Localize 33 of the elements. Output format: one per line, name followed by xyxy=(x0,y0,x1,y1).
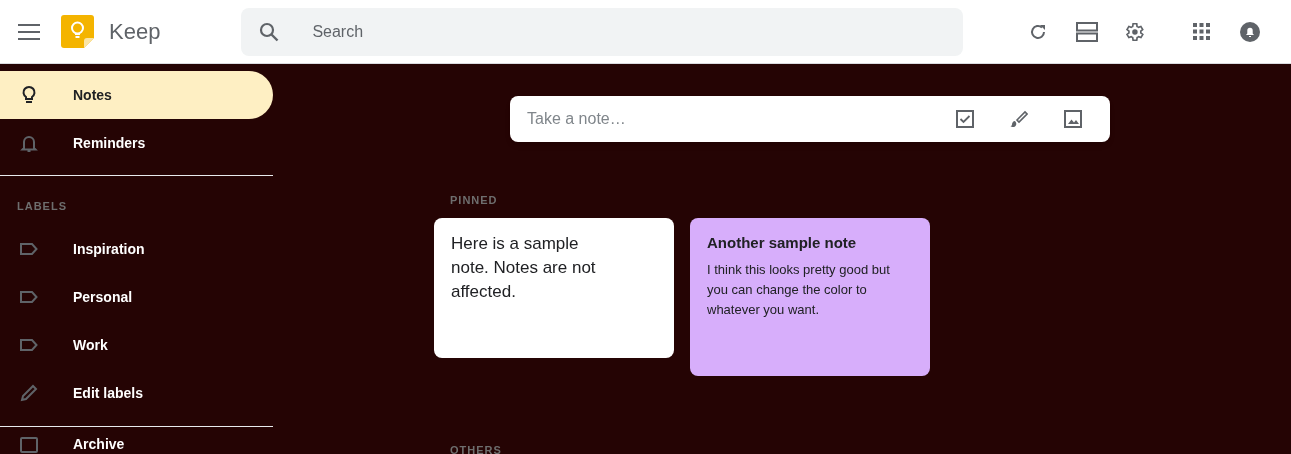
note-card[interactable]: Another sample note I think this looks pretty good but you can change the color to whatever you want. xyxy=(690,217,930,376)
section-heading: PINNED xyxy=(450,193,499,208)
account-avatar-icon[interactable] xyxy=(1240,21,1261,42)
archive-icon xyxy=(19,435,39,454)
sidebar-item[interactable]: Inspiration xyxy=(0,225,273,273)
section-heading: LABELS xyxy=(16,199,68,214)
brush-icon[interactable] xyxy=(1010,110,1028,128)
take-note-field[interactable]: Take a note… xyxy=(527,107,956,131)
search-field[interactable]: Search xyxy=(241,7,964,56)
search-icon xyxy=(259,21,280,42)
refresh-icon[interactable] xyxy=(1029,22,1048,41)
take-note-bar[interactable]: Take a note… xyxy=(510,96,1110,142)
keep-logo-icon xyxy=(61,15,94,48)
sidebar-item[interactable]: Notes xyxy=(0,71,273,119)
note-text: I think this looks pretty good but you can change the color to whatever you want. xyxy=(707,260,891,319)
note-title: Another sample note xyxy=(707,232,858,253)
settings-icon[interactable] xyxy=(1123,20,1146,43)
checkbox-icon[interactable] xyxy=(956,110,974,128)
section-heading: OTHERS xyxy=(450,442,503,454)
note-card[interactable]: Here is a sample note. Notes are not affected. xyxy=(434,217,674,358)
sidebar-item[interactable]: Personal xyxy=(0,273,273,321)
sidebar-item[interactable]: Archive xyxy=(0,428,273,454)
menu-icon[interactable] xyxy=(18,23,40,40)
list-view-icon[interactable] xyxy=(1076,21,1099,42)
bell-icon xyxy=(19,133,39,153)
pencil-icon xyxy=(19,383,39,403)
app-name: Keep xyxy=(109,18,161,46)
apps-grid-icon[interactable] xyxy=(1193,23,1211,40)
sidebar-item[interactable]: Edit labels xyxy=(0,369,273,417)
sidebar-item[interactable]: Work xyxy=(0,321,273,369)
image-icon[interactable] xyxy=(1064,110,1082,128)
sidebar-item[interactable]: Reminders xyxy=(0,119,273,167)
note-text: Here is a sample note. Notes are not affected. xyxy=(451,232,597,303)
